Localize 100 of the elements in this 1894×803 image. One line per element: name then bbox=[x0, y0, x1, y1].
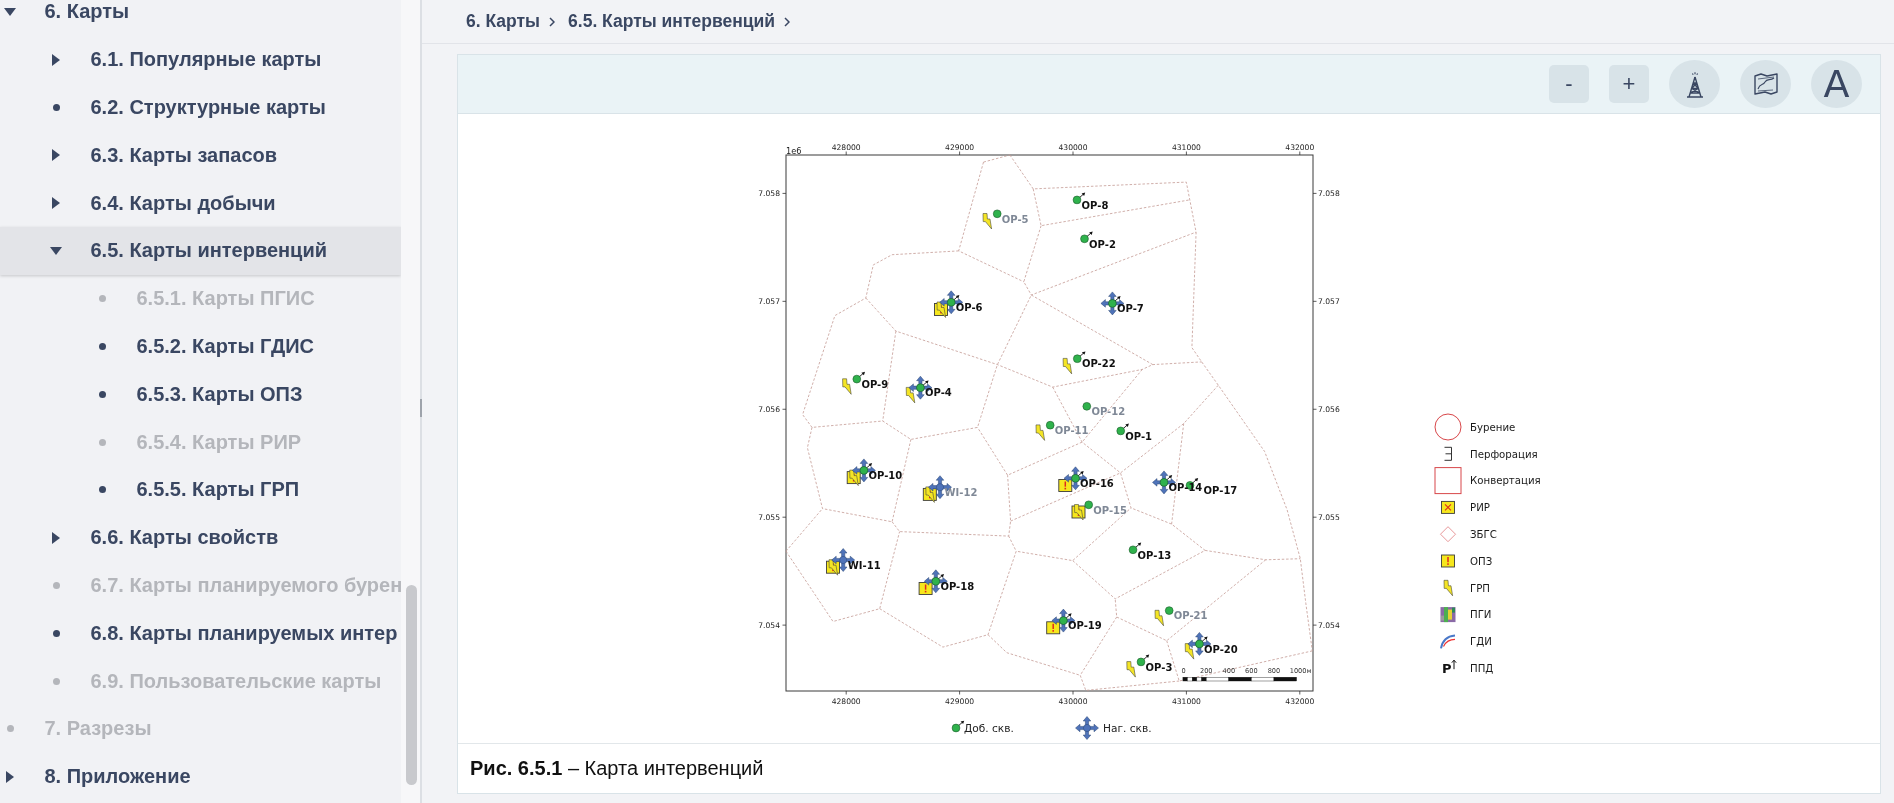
legend-label: Перфорация bbox=[1470, 448, 1538, 460]
well-label: OP-9 bbox=[861, 378, 889, 390]
caret-right-icon[interactable] bbox=[52, 149, 60, 162]
axis-scale-label: 1e6 bbox=[786, 145, 802, 156]
exclamation-square-icon bbox=[1441, 554, 1455, 568]
legend-label: Наг. скв. bbox=[1103, 722, 1152, 734]
circle-icon bbox=[1434, 413, 1462, 441]
well-label: OP-18 bbox=[940, 581, 975, 592]
lightning-bolt-icon bbox=[905, 387, 916, 404]
legend-label: ЗБГС bbox=[1470, 528, 1497, 540]
breadcrumb-link[interactable]: 6. Карты bbox=[466, 11, 541, 32]
diamond-icon bbox=[1440, 526, 1456, 543]
nav-item[interactable]: 8. Приложение bbox=[0, 752, 401, 801]
well-label: OP-20 bbox=[1204, 643, 1238, 655]
nav-item[interactable]: 6.2. Структурные карты bbox=[0, 83, 401, 132]
injector-well-icon bbox=[1075, 716, 1099, 740]
well-label: OP-17 bbox=[1203, 485, 1238, 497]
chevron-right-icon bbox=[784, 16, 790, 27]
caret-down-icon[interactable] bbox=[50, 246, 62, 255]
x-square-icon bbox=[1441, 500, 1455, 514]
lightning-bolt-icon bbox=[1184, 643, 1195, 660]
nav-item[interactable]: 6.1. Популярные карты bbox=[0, 35, 401, 84]
well-label: OP-13 bbox=[1137, 549, 1172, 561]
lightning-bolt-icon bbox=[1443, 580, 1453, 597]
legend-label: ОПЗ bbox=[1470, 555, 1493, 567]
lightning-bolt-icon bbox=[1154, 610, 1164, 627]
caret-right-icon[interactable] bbox=[6, 770, 14, 783]
zoom-out-button[interactable]: - bbox=[1549, 65, 1589, 103]
oil-derrick-icon bbox=[1685, 70, 1704, 98]
wells-button[interactable] bbox=[1669, 60, 1720, 108]
well-label: OP-15 bbox=[1093, 504, 1128, 516]
well-label: OP-19 bbox=[1068, 620, 1102, 632]
lightning-bolt-icon bbox=[1126, 661, 1136, 678]
legend-label: ГРП bbox=[1470, 582, 1491, 594]
legend-label: Конвертация bbox=[1470, 475, 1541, 487]
legend-label: Доб. скв. bbox=[964, 722, 1014, 734]
bullet-icon bbox=[98, 486, 106, 494]
nav-item[interactable]: 6.3. Карты запасов bbox=[0, 131, 401, 180]
font-size-button[interactable]: A bbox=[1811, 60, 1862, 108]
lightning-bolt-icon bbox=[982, 213, 992, 230]
legend-symbol: P bbox=[1442, 661, 1452, 677]
well-label: OP-5 bbox=[1001, 213, 1029, 225]
well-label: OP-6 bbox=[955, 302, 983, 313]
resize-handle[interactable] bbox=[420, 399, 422, 417]
well-label: OP-3 bbox=[1145, 661, 1173, 673]
scrollbar-thumb[interactable] bbox=[406, 585, 417, 785]
breadcrumb-link[interactable]: 6.5. Карты интервенций bbox=[568, 11, 775, 32]
legend-label: ПГИ bbox=[1470, 609, 1492, 621]
well-label: OP-11 bbox=[1054, 424, 1089, 436]
bullet-icon bbox=[52, 581, 60, 589]
well-label: WI-12 bbox=[944, 486, 978, 498]
nav-item[interactable]: 6. Карты bbox=[0, 0, 401, 36]
caret-right-icon[interactable] bbox=[52, 197, 60, 210]
caret-right-icon[interactable] bbox=[52, 53, 60, 66]
legend-label: ППД bbox=[1470, 662, 1494, 674]
bullet-icon bbox=[98, 438, 106, 446]
bullet-icon bbox=[98, 342, 106, 350]
producer-well-icon bbox=[951, 720, 965, 733]
bullet-icon bbox=[98, 390, 106, 398]
legend-label: Бурение bbox=[1470, 421, 1516, 433]
multicolor-square-icon bbox=[1440, 607, 1456, 623]
square-outline-icon bbox=[1434, 467, 1462, 495]
well-label: OP-12 bbox=[1091, 406, 1126, 417]
chevron-right-icon bbox=[549, 16, 556, 27]
bullet-icon bbox=[6, 725, 14, 733]
legend-label: ГДИ bbox=[1470, 636, 1492, 648]
well-label: OP-8 bbox=[1081, 199, 1109, 211]
map-button[interactable] bbox=[1740, 60, 1791, 108]
nav-item[interactable]: 6.5. Карты интервенций bbox=[0, 227, 401, 275]
well-label: OP-1 bbox=[1125, 430, 1153, 442]
well-label: OP-10 bbox=[868, 470, 903, 482]
well-label: OP-14 bbox=[1168, 482, 1203, 494]
up-arrow-icon bbox=[1451, 659, 1457, 670]
lightning-bolt-icon bbox=[1062, 358, 1072, 375]
comb-icon bbox=[1444, 446, 1452, 461]
nav-item[interactable]: 6.5.3. Карты ОПЗ bbox=[0, 370, 401, 419]
bullet-icon bbox=[52, 629, 60, 637]
legend-label: РИР bbox=[1470, 502, 1490, 514]
well-label: OP-16 bbox=[1080, 478, 1114, 489]
nav-item[interactable]: 6.5.5. Карты ГРП bbox=[0, 465, 401, 514]
bullet-icon bbox=[98, 295, 106, 303]
well-label: OP-4 bbox=[925, 387, 952, 399]
lightning-bolt-icon bbox=[842, 378, 852, 395]
curve-icon bbox=[1440, 634, 1456, 650]
nav-item[interactable]: 6.5.2. Карты ГДИС bbox=[0, 322, 401, 371]
nav-item[interactable]: 6.8. Карты планируемых интер bbox=[0, 609, 401, 658]
well-label: WI-11 bbox=[847, 559, 881, 571]
bullet-icon bbox=[52, 104, 60, 111]
well-label: OP-2 bbox=[1089, 238, 1116, 250]
caret-down-icon[interactable] bbox=[4, 7, 16, 16]
nav-item[interactable]: 6.6. Карты свойств bbox=[0, 513, 401, 562]
figure-caption: Рис. 6.5.1 – Карта интервенций bbox=[470, 757, 764, 780]
caret-right-icon[interactable] bbox=[52, 531, 60, 544]
nav-item[interactable]: 6.4. Карты добычи bbox=[0, 179, 401, 227]
zoom-in-button[interactable]: + bbox=[1609, 65, 1649, 103]
map-icon bbox=[1752, 72, 1779, 96]
well-label: OP-7 bbox=[1117, 303, 1144, 315]
well-label: OP-21 bbox=[1173, 610, 1208, 622]
lightning-bolt-icon bbox=[1035, 424, 1045, 441]
well-label: OP-22 bbox=[1081, 358, 1116, 370]
